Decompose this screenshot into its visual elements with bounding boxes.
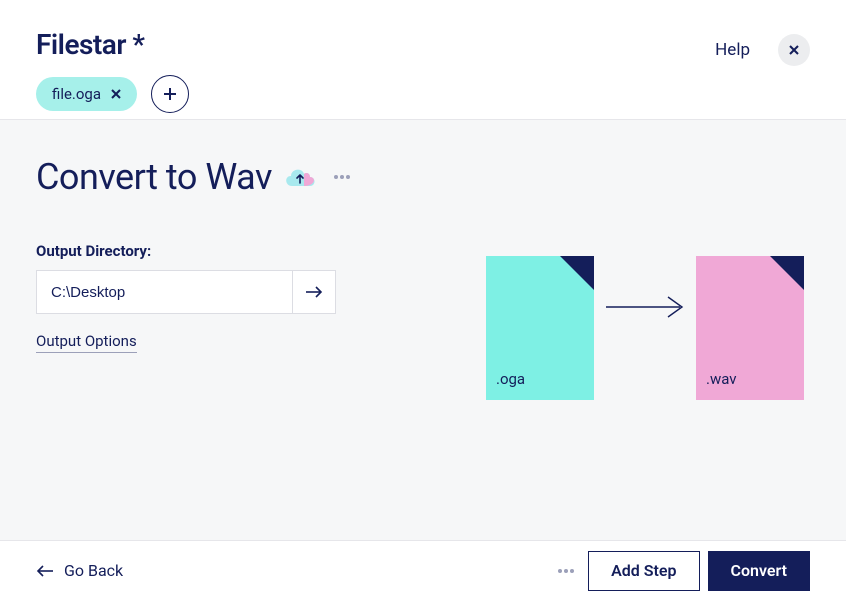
output-options-link[interactable]: Output Options xyxy=(36,332,137,353)
source-file-card: .oga xyxy=(486,256,594,400)
close-button[interactable] xyxy=(778,34,810,66)
go-back-button[interactable]: Go Back xyxy=(36,561,123,580)
target-file-card: .wav xyxy=(696,256,804,400)
file-chip-remove[interactable] xyxy=(111,89,121,99)
target-file-ext: .wav xyxy=(706,370,737,388)
ellipsis-icon xyxy=(558,569,574,573)
help-link[interactable]: Help xyxy=(715,40,750,60)
more-options-button[interactable] xyxy=(328,169,356,185)
file-chip: file.oga xyxy=(36,77,137,111)
arrow-right-icon xyxy=(305,285,323,299)
close-icon xyxy=(789,45,799,55)
brand-logo: Filestar * xyxy=(36,28,810,61)
footer-bar: Go Back Add Step Convert xyxy=(0,540,846,600)
file-fold-icon xyxy=(770,256,804,290)
main-panel: Convert to Wav Output Directory: Output … xyxy=(0,120,846,540)
plus-icon xyxy=(164,88,176,100)
cloud-upload-icon xyxy=(282,164,318,190)
convert-button[interactable]: Convert xyxy=(708,551,811,591)
app-header: Filestar * Help file.oga xyxy=(0,0,846,120)
conversion-arrow-icon xyxy=(606,296,684,322)
browse-directory-button[interactable] xyxy=(292,270,336,314)
file-chip-label: file.oga xyxy=(52,85,101,103)
add-step-button[interactable]: Add Step xyxy=(588,551,699,591)
source-file-ext: .oga xyxy=(496,370,525,388)
close-icon xyxy=(111,89,121,99)
page-title: Convert to Wav xyxy=(36,156,272,198)
add-file-button[interactable] xyxy=(151,75,189,113)
conversion-illustration: .oga .wav xyxy=(486,256,804,400)
ellipsis-icon xyxy=(334,175,350,179)
arrow-left-icon xyxy=(36,565,54,577)
go-back-label: Go Back xyxy=(64,561,123,580)
file-fold-icon xyxy=(560,256,594,290)
file-chips: file.oga xyxy=(36,75,810,113)
output-directory-input[interactable] xyxy=(36,270,292,314)
footer-more-button[interactable] xyxy=(552,563,580,579)
